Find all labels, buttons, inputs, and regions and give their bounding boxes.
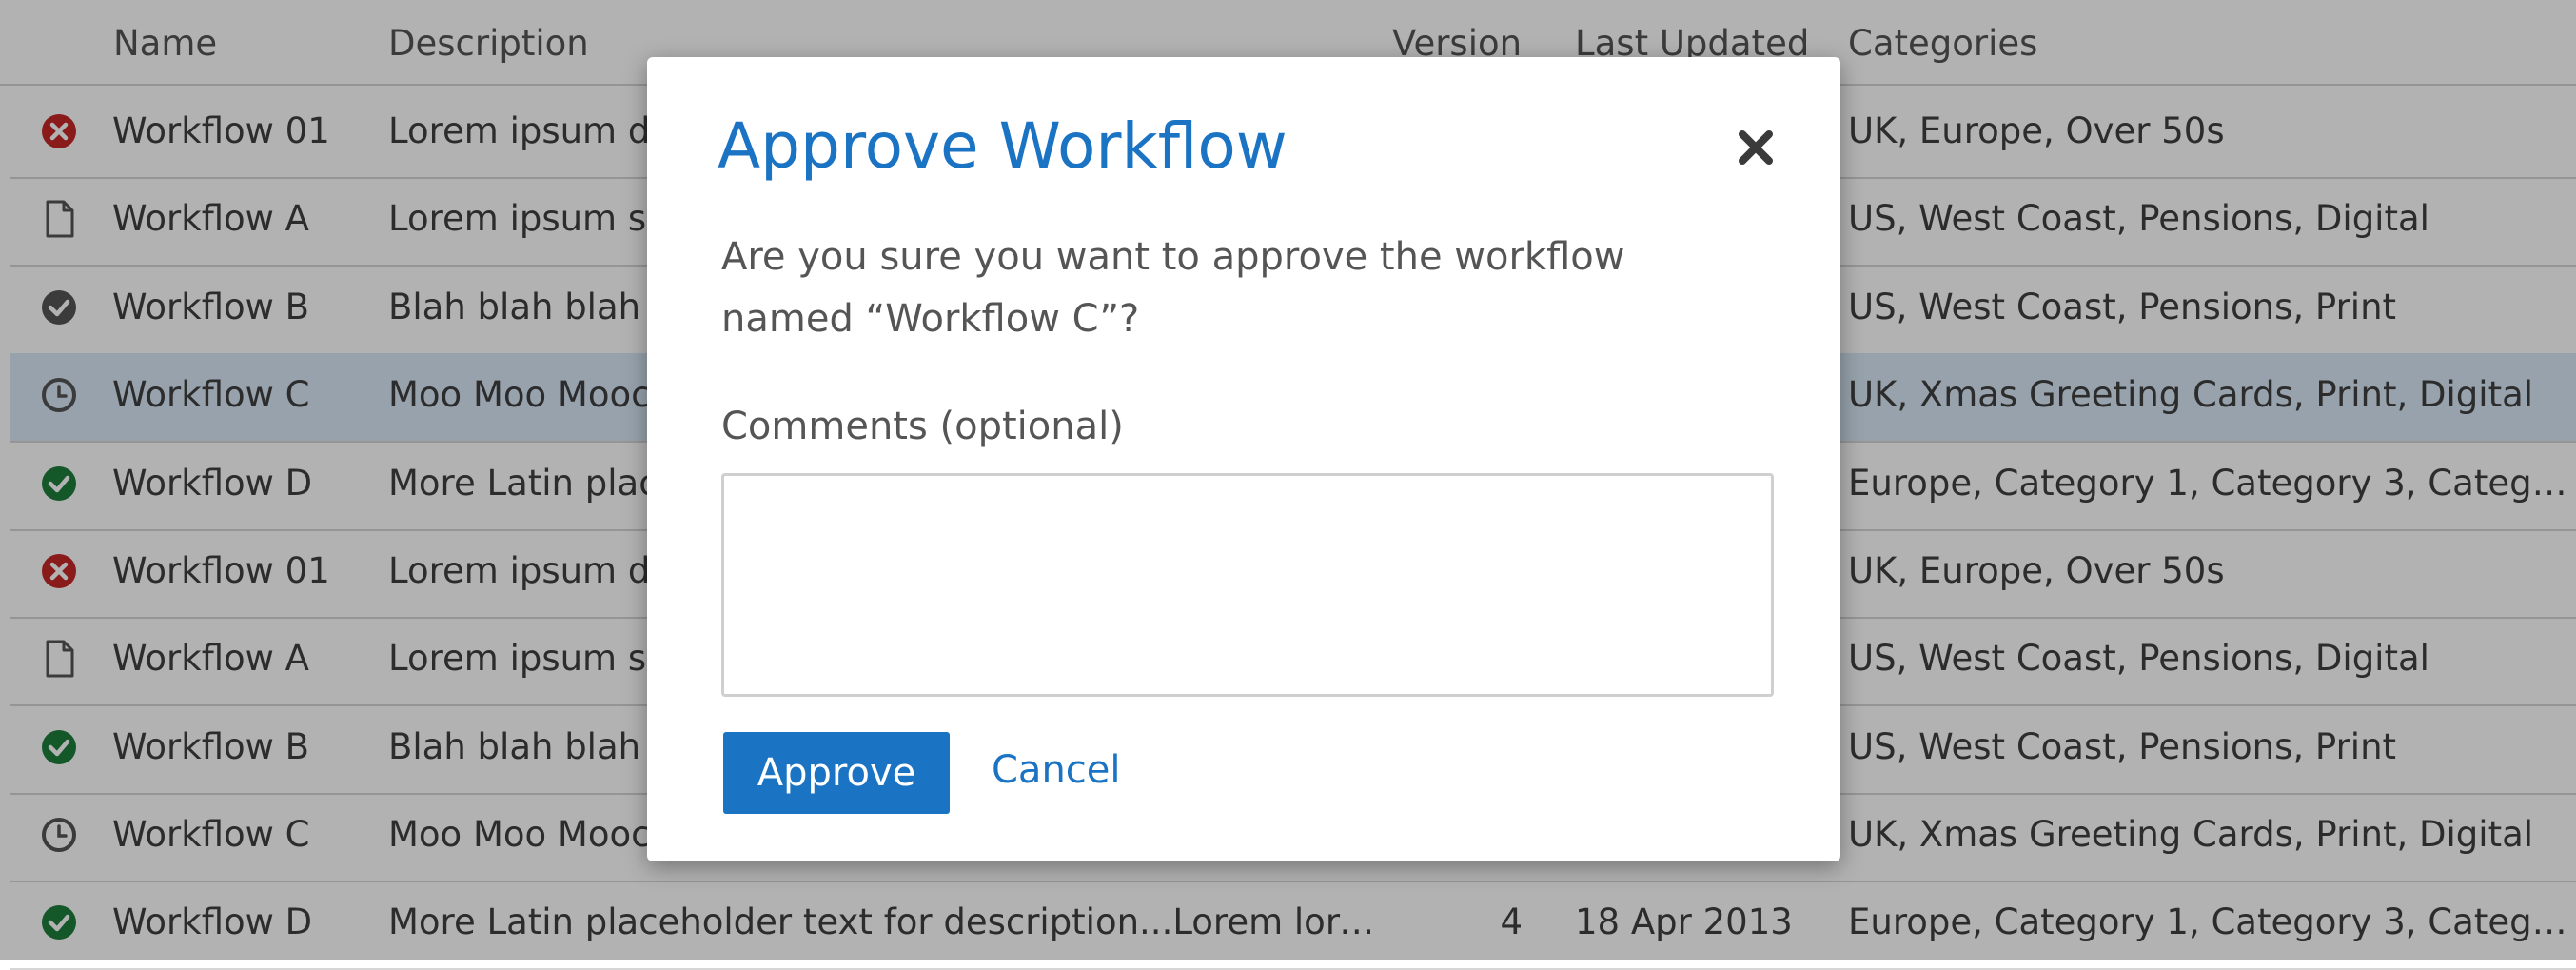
dialog-title: Approve Workflow	[718, 109, 1288, 183]
dialog-message: Are you sure you want to approve the wor…	[721, 235, 1625, 341]
close-icon[interactable]	[1732, 124, 1780, 171]
cancel-link[interactable]: Cancel	[992, 748, 1121, 792]
approve-workflow-dialog: Approve Workflow Are you sure you want t…	[647, 57, 1840, 861]
approve-button[interactable]: Approve	[723, 732, 950, 814]
comments-label: Comments (optional)	[721, 405, 1124, 448]
comments-input[interactable]	[721, 473, 1774, 697]
